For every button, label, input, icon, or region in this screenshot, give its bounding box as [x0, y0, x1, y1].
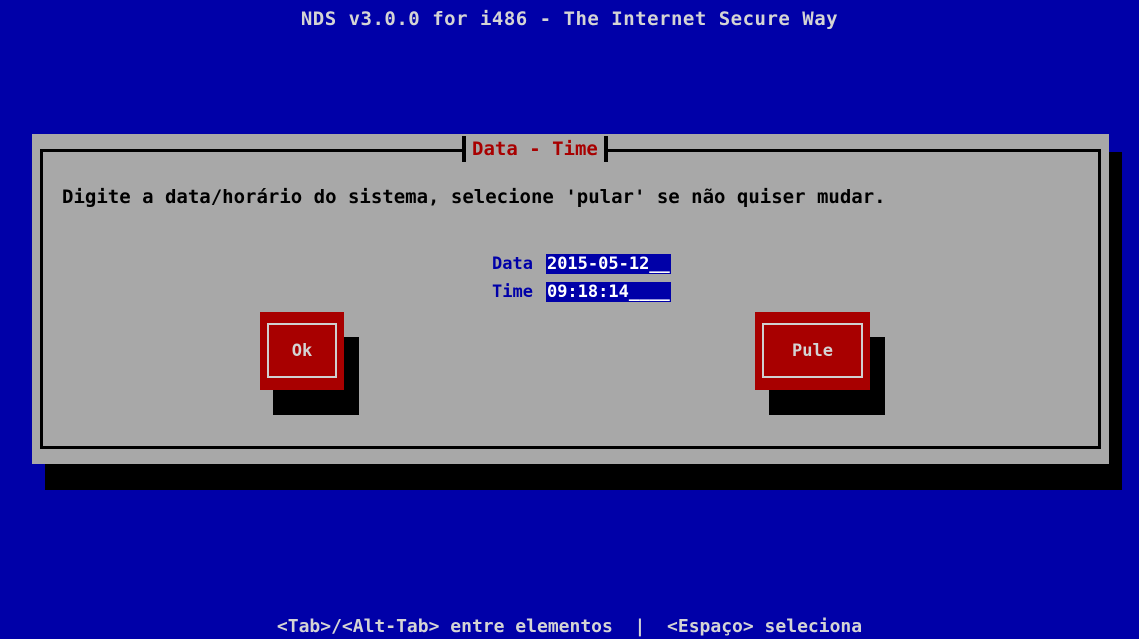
dialog-title: Data - Time — [462, 136, 608, 162]
time-field-label: Time — [492, 282, 533, 302]
screen-title: NDS v3.0.0 for i486 - The Internet Secur… — [300, 8, 839, 30]
date-time-dialog: Data - Time Digite a data/horário do sis… — [32, 134, 1109, 464]
keyboard-hint: <Tab>/<Alt-Tab> entre elementos | <Espaç… — [276, 616, 863, 637]
skip-button-label: Pule — [762, 323, 863, 378]
dialog-message: Digite a data/horário do sistema, seleci… — [62, 186, 886, 208]
time-input[interactable]: 09:18:14____ — [545, 282, 671, 302]
skip-button[interactable]: Pule — [755, 312, 870, 390]
ok-button[interactable]: Ok — [260, 312, 344, 390]
time-field-row: Time 09:18:14____ — [432, 262, 671, 322]
ok-button-label: Ok — [267, 323, 337, 378]
